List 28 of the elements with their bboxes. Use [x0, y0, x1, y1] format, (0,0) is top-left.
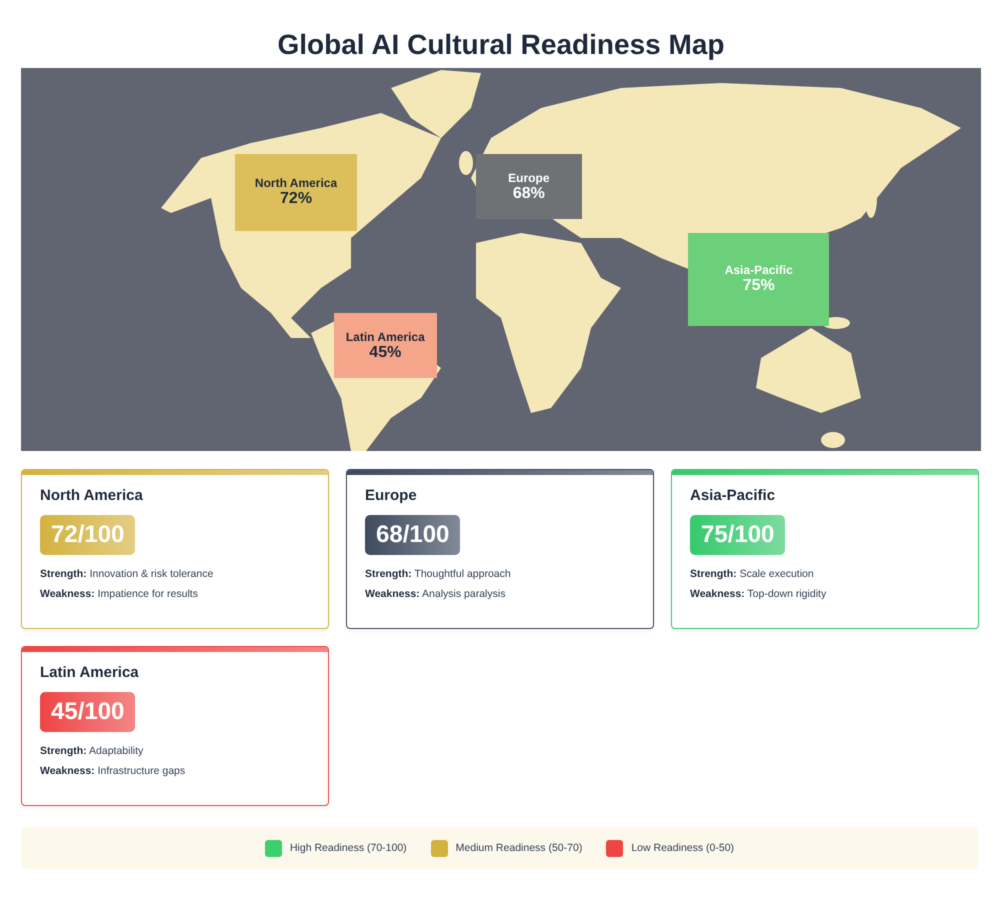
weakness-text: Weakness: Top-down rigidity	[690, 588, 826, 600]
region-percent: 72%	[280, 190, 312, 208]
card-title: Asia-Pacific	[690, 487, 776, 504]
legend-label: Low Readiness (0-50)	[631, 842, 734, 854]
strength-text: Strength: Innovation & risk tolerance	[40, 568, 214, 580]
region-name: Asia-Pacific	[724, 263, 793, 278]
region-percent: 75%	[742, 277, 775, 296]
page-title: Global AI Cultural Readiness Map	[276, 28, 726, 62]
region-name: Europe	[508, 170, 550, 185]
score-badge: 75/100	[690, 515, 786, 555]
weakness-text: Weakness: Infrastructure gaps	[40, 765, 186, 777]
legend-label: High Readiness (70-100)	[290, 842, 407, 854]
card-title: North America	[40, 487, 143, 504]
card-title: Latin America	[40, 664, 139, 681]
score-badge: 68/100	[365, 515, 460, 555]
strength-text: Strength: Adaptability	[40, 745, 144, 757]
strength-text: Strength: Scale execution	[690, 568, 814, 580]
legend-label: Medium Readiness (50-70)	[456, 842, 582, 854]
region-percent: 45%	[369, 344, 402, 362]
score-badge: 72/100	[40, 515, 136, 555]
score-badge: 45/100	[40, 692, 136, 732]
region-percent: 68%	[512, 184, 545, 203]
region-name: Latin America	[346, 330, 425, 344]
region-name: North America	[254, 176, 338, 190]
weakness-text: Weakness: Impatience for results	[40, 588, 198, 600]
strength-text: Strength: Thoughtful approach	[365, 568, 511, 580]
card-title: Europe	[365, 487, 417, 504]
weakness-text: Weakness: Analysis paralysis	[365, 588, 506, 600]
